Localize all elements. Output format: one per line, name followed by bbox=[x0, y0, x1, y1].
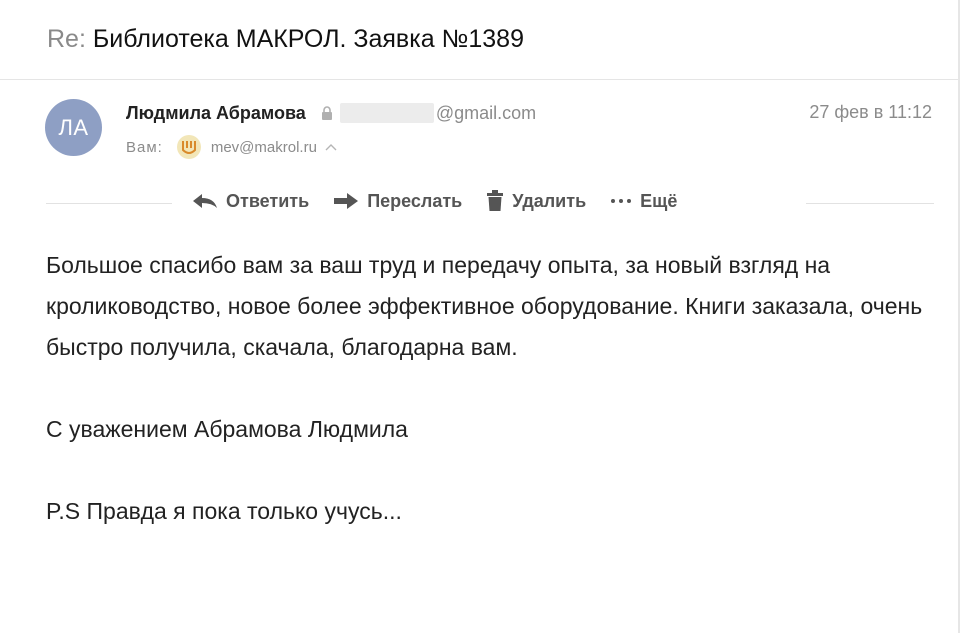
divider-left bbox=[46, 203, 172, 204]
action-items: Ответить Переслать Удалить Ещё bbox=[192, 190, 677, 212]
to-line: Вам: mev@makrol.ru bbox=[126, 134, 337, 160]
more-icon bbox=[611, 199, 632, 203]
email-date: 27 фев в 11:12 bbox=[809, 102, 932, 122]
subject-bar: Re: Библиотека МАКРОЛ. Заявка №1389 bbox=[0, 0, 958, 80]
divider-right bbox=[806, 203, 934, 204]
body-signature: С уважением Абрамова Людмила bbox=[46, 416, 408, 442]
chevron-up-icon[interactable] bbox=[325, 143, 337, 151]
to-label: Вам: bbox=[126, 138, 163, 156]
recipient-email[interactable]: mev@makrol.ru bbox=[211, 139, 317, 156]
action-toolbar: Ответить Переслать Удалить Ещё bbox=[46, 186, 934, 220]
forward-icon bbox=[334, 193, 359, 209]
forward-label: Переслать bbox=[367, 190, 463, 211]
recipient-avatar bbox=[176, 135, 201, 159]
masked-email-part bbox=[339, 103, 434, 123]
delete-button[interactable]: Удалить bbox=[486, 190, 586, 212]
email-body: Большое спасибо вам за ваш труд и переда… bbox=[46, 245, 926, 532]
trash-icon bbox=[487, 190, 504, 211]
sender-email-domain[interactable]: @gmail.com bbox=[436, 103, 536, 124]
more-button[interactable]: Ещё bbox=[610, 191, 677, 212]
sender-name[interactable]: Людмила Абрамова bbox=[126, 103, 306, 124]
subject-prefix: Re: bbox=[47, 25, 86, 53]
delete-label: Удалить bbox=[512, 190, 587, 211]
more-label: Ещё bbox=[640, 190, 678, 211]
body-postscript: P.S Правда я пока только учусь... bbox=[46, 498, 402, 524]
email-view: Re: Библиотека МАКРОЛ. Заявка №1389 ЛА Л… bbox=[0, 0, 960, 633]
body-paragraph: Большое спасибо вам за ваш труд и переда… bbox=[46, 252, 923, 360]
recipient-avatar-icon bbox=[181, 141, 196, 154]
forward-button[interactable]: Переслать bbox=[333, 191, 462, 212]
lock-icon bbox=[321, 106, 332, 120]
reply-button[interactable]: Ответить bbox=[192, 191, 309, 212]
sender-avatar[interactable]: ЛА bbox=[45, 99, 102, 156]
reply-label: Ответить bbox=[226, 190, 310, 211]
email-subject: Re: Библиотека МАКРОЛ. Заявка №1389 bbox=[47, 25, 524, 54]
from-line: Людмила Абрамова @gmail.com bbox=[126, 101, 536, 125]
reply-icon bbox=[193, 194, 217, 208]
subject-text: Библиотека МАКРОЛ. Заявка №1389 bbox=[92, 25, 524, 53]
